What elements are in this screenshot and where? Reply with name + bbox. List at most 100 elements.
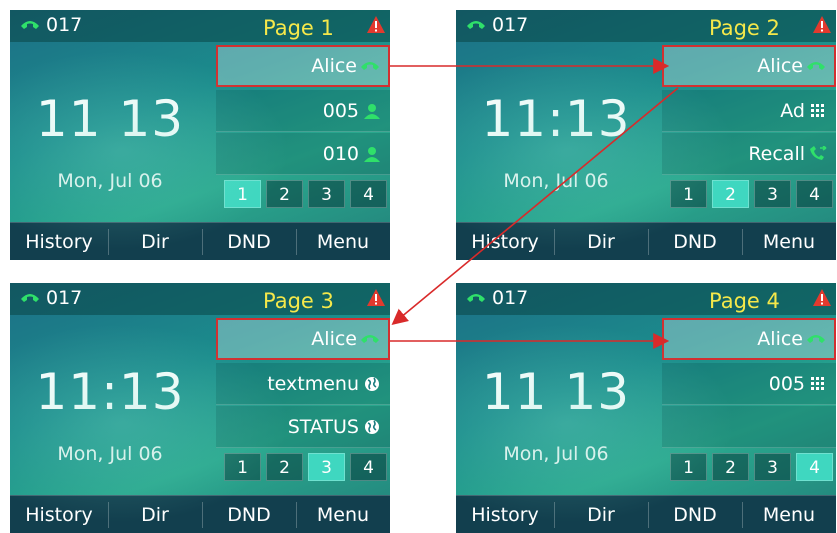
handset-icon	[21, 21, 39, 29]
softkey-dnd[interactable]: DND	[202, 496, 296, 533]
phone-screen-page-2: 017 Page 2 11:13 Mon, Jul 06 Alice Ad Re…	[456, 10, 836, 260]
page-button-4[interactable]: 4	[796, 180, 833, 208]
line-key-label: Alice	[757, 55, 803, 77]
page-button-3[interactable]: 3	[308, 180, 345, 208]
page-button-3[interactable]: 3	[308, 453, 345, 481]
line-number: 017	[46, 287, 83, 309]
page-button-3[interactable]: 3	[754, 453, 791, 481]
line-key-label: STATUS	[287, 416, 359, 438]
line-key-label: Ad	[780, 100, 805, 122]
line-key-3[interactable]: STATUS	[216, 406, 390, 448]
line-key-2[interactable]: Ad	[662, 90, 836, 132]
date: Mon, Jul 06	[57, 443, 163, 465]
date: Mon, Jul 06	[503, 170, 609, 192]
softkey-dnd[interactable]: DND	[202, 223, 296, 260]
softkey-history[interactable]: History	[456, 496, 554, 533]
line-key-label: 010	[322, 143, 359, 165]
status-bar: 017 Page 2	[456, 10, 836, 42]
page-button-4[interactable]: 4	[796, 453, 833, 481]
page-button-1[interactable]: 1	[224, 180, 261, 208]
status-bar: 017 Page 4	[456, 283, 836, 315]
softkey-dir[interactable]: Dir	[108, 223, 202, 260]
green-handset-icon	[807, 62, 825, 70]
page-button-4[interactable]: 4	[350, 453, 387, 481]
line-key-label: Alice	[311, 55, 357, 77]
line-key-2[interactable]: 005	[216, 90, 390, 132]
globe-icon	[365, 420, 379, 434]
line-indicator: 017	[466, 14, 528, 36]
line-key-1[interactable]: Alice	[662, 318, 836, 360]
green-handset-icon	[361, 335, 379, 343]
softkey-history[interactable]: History	[10, 223, 108, 260]
line-indicator: 017	[466, 287, 528, 309]
keypad-icon	[811, 377, 824, 390]
handset-icon	[21, 294, 39, 302]
line-key-label: 005	[322, 100, 359, 122]
softkey-dnd[interactable]: DND	[648, 223, 742, 260]
green-person-icon	[364, 147, 380, 162]
green-handset-icon	[361, 62, 379, 70]
softkey-dir[interactable]: Dir	[554, 223, 648, 260]
page-label: Page 3	[263, 289, 334, 313]
line-indicator: 017	[20, 14, 82, 36]
phone-screen-page-1: 017 Page 1 11 13 Mon, Jul 06 Alice 005 0…	[10, 10, 390, 260]
clock: 11:13	[481, 90, 631, 148]
softkey-dir[interactable]: Dir	[554, 496, 648, 533]
line-key-2[interactable]: textmenu	[216, 363, 390, 405]
keypad-icon	[811, 104, 824, 117]
line-number: 017	[46, 14, 83, 36]
status-bar: 017 Page 3	[10, 283, 390, 315]
date: Mon, Jul 06	[503, 443, 609, 465]
softkey-bar: History Dir DND Menu	[10, 495, 390, 533]
line-key-2[interactable]: 005	[662, 363, 836, 405]
softkey-history[interactable]: History	[456, 223, 554, 260]
line-indicator: 017	[20, 287, 82, 309]
warning-icon[interactable]	[812, 288, 832, 308]
page-button-2[interactable]: 2	[712, 453, 749, 481]
date: Mon, Jul 06	[57, 170, 163, 192]
line-key-label: Alice	[757, 328, 803, 350]
line-key-3[interactable]	[662, 406, 836, 448]
line-key-label: Alice	[311, 328, 357, 350]
softkey-menu[interactable]: Menu	[742, 223, 836, 260]
line-key-label: Recall	[748, 143, 805, 165]
softkey-menu[interactable]: Menu	[742, 496, 836, 533]
warning-icon[interactable]	[366, 288, 386, 308]
line-key-3[interactable]: 010	[216, 133, 390, 175]
line-number: 017	[492, 14, 529, 36]
softkey-bar: History Dir DND Menu	[456, 495, 836, 533]
page-button-1[interactable]: 1	[670, 453, 707, 481]
softkey-menu[interactable]: Menu	[296, 223, 390, 260]
line-key-3[interactable]: Recall	[662, 133, 836, 175]
softkey-dir[interactable]: Dir	[108, 496, 202, 533]
warning-icon[interactable]	[812, 15, 832, 35]
warning-icon[interactable]	[366, 15, 386, 35]
green-person-icon	[364, 104, 380, 119]
page-label: Page 4	[709, 289, 780, 313]
handset-icon	[467, 21, 485, 29]
softkey-dnd[interactable]: DND	[648, 496, 742, 533]
softkey-bar: History Dir DND Menu	[456, 222, 836, 260]
page-label: Page 1	[263, 16, 334, 40]
page-button-2[interactable]: 2	[266, 453, 303, 481]
page-button-4[interactable]: 4	[350, 180, 387, 208]
softkey-menu[interactable]: Menu	[296, 496, 390, 533]
line-key-label: 005	[768, 373, 805, 395]
page-button-2[interactable]: 2	[712, 180, 749, 208]
line-number: 017	[492, 287, 529, 309]
phone-screen-page-3: 017 Page 3 11:13 Mon, Jul 06 Alice textm…	[10, 283, 390, 533]
line-key-label: textmenu	[267, 373, 359, 395]
softkey-bar: History Dir DND Menu	[10, 222, 390, 260]
line-key-1[interactable]: Alice	[216, 318, 390, 360]
softkey-history[interactable]: History	[10, 496, 108, 533]
line-key-1[interactable]: Alice	[662, 45, 836, 87]
clock: 11 13	[35, 90, 185, 148]
page-button-3[interactable]: 3	[754, 180, 791, 208]
page-button-1[interactable]: 1	[224, 453, 261, 481]
page-button-2[interactable]: 2	[266, 180, 303, 208]
status-bar: 017 Page 1	[10, 10, 390, 42]
page-label: Page 2	[709, 16, 780, 40]
handset-icon	[467, 294, 485, 302]
page-button-1[interactable]: 1	[670, 180, 707, 208]
line-key-1[interactable]: Alice	[216, 45, 390, 87]
